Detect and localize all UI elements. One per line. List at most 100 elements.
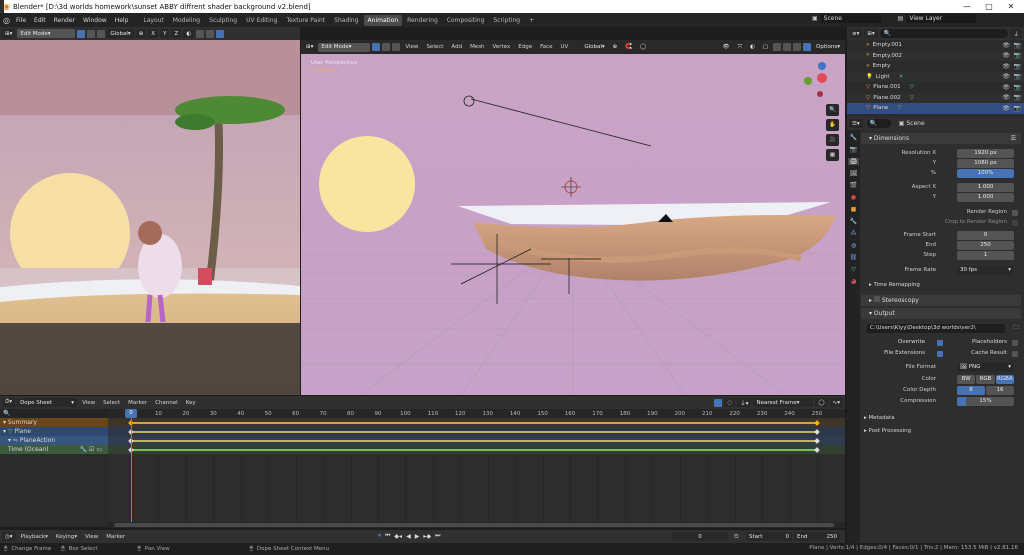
outliner-item-plane-002[interactable]: ▽ Plane.002 ▽ 👁 📷: [847, 92, 1024, 103]
ghost-icon[interactable]: ◌: [724, 398, 736, 407]
main-shading-material-icon[interactable]: [793, 43, 801, 51]
camera-icon[interactable]: 📷: [1014, 63, 1021, 70]
channel-object[interactable]: ▾ ▽ Plane: [0, 427, 108, 436]
left-shading-solid-icon[interactable]: [206, 29, 215, 38]
play-reverse-icon[interactable]: ◀: [406, 533, 411, 540]
main-menu-edge[interactable]: Edge: [515, 44, 535, 50]
eye-icon[interactable]: 👁: [1002, 73, 1010, 80]
render-region-checkbox[interactable]: [1012, 210, 1018, 216]
world-tab-icon[interactable]: ●: [851, 194, 856, 201]
dopesheet-main[interactable]: 0 10 20 30 40 50 60 70 80 90 100 110 120 130 140 150 160…: [108, 409, 845, 527]
dope-menu-channel[interactable]: Channel: [152, 400, 181, 406]
record-icon[interactable]: ⏺: [378, 532, 381, 540]
eye-icon[interactable]: 👁: [1002, 105, 1010, 112]
main-menu-select[interactable]: Select: [423, 44, 446, 50]
start-frame-field[interactable]: Start 0: [746, 532, 792, 541]
dope-menu-key[interactable]: Key: [183, 400, 199, 406]
timeline-menu-view[interactable]: View: [82, 534, 101, 540]
eye-icon[interactable]: 👁: [1002, 63, 1010, 70]
tab-uv-editing[interactable]: UV Editing: [242, 15, 281, 26]
outliner-item-plane-001[interactable]: ▽ Plane.001 ▽ 👁 📷: [847, 82, 1024, 93]
outliner-type-icon[interactable]: ≡▾: [849, 29, 863, 38]
section-output[interactable]: ▾ Output: [861, 308, 1021, 319]
camera-icon[interactable]: 📷: [1014, 73, 1021, 80]
main-vertex-select-icon[interactable]: [372, 43, 381, 51]
main-face-select-icon[interactable]: [392, 43, 401, 51]
left-viewport[interactable]: [0, 40, 300, 395]
left-shading-rendered-icon[interactable]: [216, 29, 225, 38]
outliner-item-empty-001[interactable]: ⟡ Empty.001 👁 📷: [847, 40, 1024, 51]
scrollbar-thumb[interactable]: [114, 523, 834, 527]
resolution-percent-field[interactable]: 100%: [957, 169, 1014, 178]
dope-menu-marker[interactable]: Marker: [125, 400, 150, 406]
tab-rendering[interactable]: Rendering: [403, 15, 442, 26]
depth-option-16[interactable]: 16: [986, 386, 1014, 395]
eye-icon[interactable]: 👁: [1002, 84, 1010, 91]
main-overlay-icon[interactable]: ◐: [746, 42, 758, 52]
modifier-tab-icon[interactable]: 🔧: [850, 218, 857, 225]
dopesheet-scrollbar[interactable]: [108, 522, 845, 528]
tab-layout[interactable]: Layout: [139, 15, 167, 26]
dopesheet-mode-dropdown[interactable]: Dope Sheet ▾: [17, 398, 78, 407]
tab-scripting[interactable]: Scripting: [489, 15, 524, 26]
channel-modifier-icon[interactable]: 🔧 ☑ ▭: [80, 445, 102, 454]
properties-search-input[interactable]: 🔍: [866, 119, 891, 128]
subpanel-time-remapping[interactable]: ▸ Time Remapping: [869, 282, 1019, 292]
main-menu-face[interactable]: Face: [537, 44, 555, 50]
view-layer-tab-icon[interactable]: 🖼: [850, 170, 858, 177]
left-axis-x[interactable]: X: [148, 29, 159, 38]
snap-dropdown[interactable]: Nearest Frame ▾: [753, 398, 814, 407]
current-frame-field[interactable]: 0: [672, 532, 728, 541]
output-path-field[interactable]: C:\Users\Kiyy\Desktop\3d worlds\ver2\: [867, 324, 1005, 333]
proportional-edit-icon[interactable]: ◯: [815, 398, 828, 407]
view-layer-name[interactable]: View Layer: [906, 14, 977, 23]
options-dropdown[interactable]: Options ▾: [813, 42, 843, 52]
outliner-search-input[interactable]: 🔍: [879, 29, 1009, 38]
aspect-y-field[interactable]: 1.000: [957, 193, 1014, 202]
minimize-button[interactable]: —: [956, 0, 978, 13]
tab-texture-paint[interactable]: Texture Paint: [282, 15, 329, 26]
frame-end-field[interactable]: 250: [957, 241, 1014, 250]
main-shading-rendered-icon[interactable]: [803, 43, 811, 51]
jump-start-icon[interactable]: ⏮: [385, 532, 390, 540]
camera-icon[interactable]: 📷: [1014, 42, 1021, 49]
file-format-dropdown[interactable]: 🖼 PNG ▾: [957, 363, 1014, 372]
main-menu-vertex[interactable]: Vertex: [490, 44, 514, 50]
outliner-display-icon[interactable]: ⊞▾: [864, 29, 878, 38]
physics-tab-icon[interactable]: ◍: [851, 242, 856, 249]
main-menu-add[interactable]: Add: [448, 44, 465, 50]
outliner-item-empty[interactable]: ⟡ Empty 👁 📷: [847, 61, 1024, 72]
face-select-icon[interactable]: [97, 29, 106, 38]
channel-action[interactable]: ▾ ⇋ PlaneAction: [0, 436, 108, 445]
timeline-type-icon[interactable]: ◷▾: [2, 532, 16, 541]
main-pivot-icon[interactable]: ⊕: [609, 42, 621, 52]
zoom-icon[interactable]: 🔍: [826, 104, 839, 116]
render-tab-icon[interactable]: 📷: [850, 146, 857, 153]
channel-fcurve[interactable]: Time (Ocean) 🔧 ☑ ▭: [0, 445, 108, 454]
main-orientation-dropdown[interactable]: Global ▾: [581, 42, 608, 52]
left-axis-y[interactable]: Y: [160, 29, 170, 38]
playhead[interactable]: [131, 409, 132, 527]
aspect-x-field[interactable]: 1.000: [957, 183, 1014, 192]
main-menu-mesh[interactable]: Mesh: [467, 44, 487, 50]
clock-icon[interactable]: ⏲: [734, 533, 739, 541]
main-snap-icon[interactable]: 🧲: [622, 42, 636, 52]
playhead-frame[interactable]: 0: [125, 409, 137, 418]
menu-file[interactable]: File: [12, 17, 30, 24]
filter-icon[interactable]: ⏚▾: [737, 398, 752, 407]
timeline-menu-keying[interactable]: Keying▾: [53, 534, 80, 540]
panel-post-processing[interactable]: ▸ Post Processing: [864, 428, 1019, 438]
main-menu-view[interactable]: View: [402, 44, 421, 50]
only-selected-icon[interactable]: [714, 398, 723, 407]
dopesheet-type-icon[interactable]: ⏱▾: [2, 398, 16, 407]
color-option-bw[interactable]: BW: [957, 375, 976, 384]
panel-metadata[interactable]: ▸ Metadata: [864, 415, 1019, 425]
eye-icon[interactable]: 👁: [1002, 42, 1010, 49]
left-orientation-dropdown[interactable]: Global ▾: [107, 29, 134, 38]
output-tab-icon[interactable]: 🖨: [847, 158, 860, 165]
vertex-select-icon[interactable]: [77, 29, 86, 38]
eye-icon[interactable]: 👁: [1002, 52, 1010, 59]
edge-select-icon[interactable]: [87, 29, 96, 38]
resolution-x-field[interactable]: 1920 px: [957, 149, 1014, 158]
main-shading-solid-icon[interactable]: [783, 43, 791, 51]
